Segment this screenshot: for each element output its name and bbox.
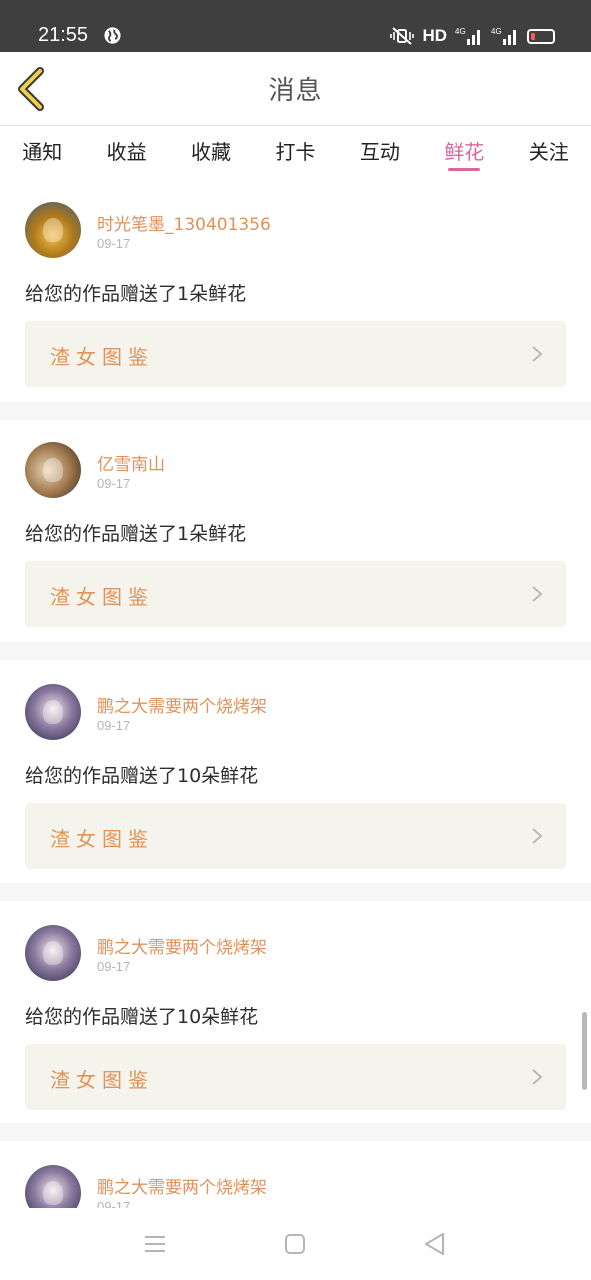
page-header: 消息 bbox=[0, 52, 591, 126]
status-icons: HD 4G 4G bbox=[390, 24, 555, 48]
system-nav-bar bbox=[0, 1208, 591, 1280]
hd-indicator: HD bbox=[422, 26, 447, 45]
scrollbar[interactable] bbox=[582, 1012, 587, 1090]
notification-message: 给您的作品赠送了10朵鲜花 bbox=[25, 765, 259, 787]
work-title: 渣女图鉴 bbox=[50, 827, 154, 851]
signal-1-label: 4G bbox=[455, 27, 466, 36]
divider bbox=[0, 883, 591, 901]
globe-icon bbox=[104, 27, 121, 44]
chevron-right-icon bbox=[532, 586, 543, 602]
tab-interactions[interactable]: 互动 bbox=[338, 127, 422, 177]
status-time: 21:55 bbox=[38, 24, 89, 46]
username-link[interactable]: 亿雪南山 bbox=[97, 450, 165, 475]
notification-item: 鹏之大需要两个烧烤架 09-17 给您的作品赠送了10朵鲜花 渣女图鉴 bbox=[0, 901, 591, 1123]
username-link[interactable]: 鹏之大需要两个烧烤架 bbox=[97, 692, 267, 717]
notification-list: 时光笔墨_130401356 09-17 给您的作品赠送了1朵鲜花 渣女图鉴 亿… bbox=[0, 178, 591, 1208]
chevron-right-icon bbox=[532, 1069, 543, 1085]
work-title: 渣女图鉴 bbox=[50, 585, 154, 609]
avatar[interactable] bbox=[25, 202, 81, 258]
notification-date: 09-17 bbox=[97, 718, 131, 733]
work-title: 渣女图鉴 bbox=[50, 1068, 154, 1092]
divider bbox=[0, 1123, 591, 1141]
chevron-right-icon bbox=[532, 828, 543, 844]
work-link[interactable]: 渣女图鉴 bbox=[25, 803, 566, 869]
page-title: 消息 bbox=[268, 76, 323, 106]
tab-bar: 通知 收益 收藏 打卡 互动 鲜花 关注 bbox=[0, 127, 591, 177]
tab-favorites[interactable]: 收藏 bbox=[169, 127, 253, 177]
avatar[interactable] bbox=[25, 684, 81, 740]
tab-flowers[interactable]: 鲜花 bbox=[422, 127, 506, 177]
notification-date: 09-17 bbox=[97, 476, 131, 491]
signal-4g-icon: 4G bbox=[455, 27, 480, 45]
tab-earnings[interactable]: 收益 bbox=[84, 127, 168, 177]
notification-message: 给您的作品赠送了1朵鲜花 bbox=[25, 523, 247, 545]
work-link[interactable]: 渣女图鉴 bbox=[25, 321, 566, 387]
notification-date: 09-17 bbox=[97, 959, 131, 974]
notification-date: 09-17 bbox=[97, 1199, 131, 1208]
avatar[interactable] bbox=[25, 925, 81, 981]
work-link[interactable]: 渣女图鉴 bbox=[25, 561, 566, 627]
mute-vibrate-icon bbox=[390, 27, 415, 45]
notification-message: 给您的作品赠送了10朵鲜花 bbox=[25, 1006, 259, 1028]
signal-4g-icon-2: 4G bbox=[491, 27, 516, 45]
battery-icon bbox=[527, 28, 555, 44]
chevron-right-icon bbox=[532, 346, 543, 362]
username-link[interactable]: 时光笔墨_130401356 bbox=[97, 210, 271, 235]
avatar[interactable] bbox=[25, 442, 81, 498]
notification-item: 亿雪南山 09-17 给您的作品赠送了1朵鲜花 渣女图鉴 bbox=[0, 420, 591, 642]
notification-date: 09-17 bbox=[97, 236, 131, 251]
tab-follows[interactable]: 关注 bbox=[507, 127, 591, 177]
username-link[interactable]: 鹏之大需要两个烧烤架 bbox=[97, 1173, 267, 1198]
avatar[interactable] bbox=[25, 1165, 81, 1208]
divider bbox=[0, 402, 591, 420]
work-title: 渣女图鉴 bbox=[50, 345, 154, 369]
notification-item: 时光笔墨_130401356 09-17 给您的作品赠送了1朵鲜花 渣女图鉴 bbox=[0, 178, 591, 402]
tab-notifications[interactable]: 通知 bbox=[0, 127, 84, 177]
username-link[interactable]: 鹏之大需要两个烧烤架 bbox=[97, 933, 267, 958]
menu-icon[interactable] bbox=[141, 1230, 169, 1258]
tab-checkin[interactable]: 打卡 bbox=[253, 127, 337, 177]
notification-item: 鹏之大需要两个烧烤架 09-17 给您的作品赠送了10朵鲜花 渣女图鉴 bbox=[0, 660, 591, 883]
home-square-icon[interactable] bbox=[281, 1230, 309, 1258]
notification-message: 给您的作品赠送了1朵鲜花 bbox=[25, 283, 247, 305]
divider bbox=[0, 642, 591, 660]
status-bar: 21:55 HD 4G 4G bbox=[0, 0, 591, 52]
signal-2-label: 4G bbox=[491, 27, 502, 36]
work-link[interactable]: 渣女图鉴 bbox=[25, 1044, 566, 1110]
back-triangle-icon[interactable] bbox=[421, 1230, 449, 1258]
battery-level bbox=[531, 32, 535, 40]
notification-item: 鹏之大需要两个烧烤架 09-17 bbox=[0, 1141, 591, 1208]
